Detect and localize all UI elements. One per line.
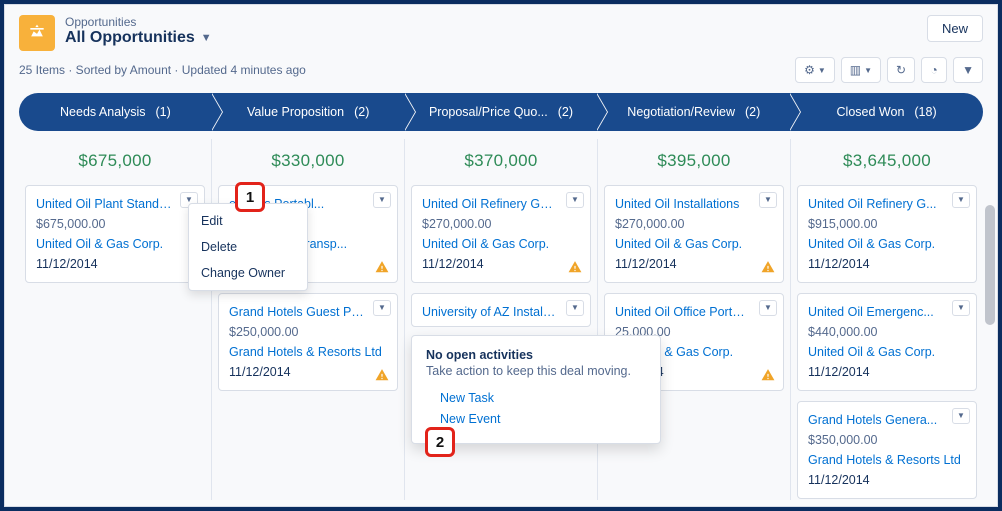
opportunity-card[interactable]: ▼ United Oil Refinery Gene... $270,000.0… xyxy=(411,185,591,283)
opportunity-card[interactable]: ▼ Grand Hotels Genera... $350,000.00 Gra… xyxy=(797,401,977,499)
display-as-button[interactable]: ▥ ▼ xyxy=(841,57,881,83)
opportunity-amount: $915,000.00 xyxy=(808,214,966,234)
account-name-link[interactable]: United Oil & Gas Corp. xyxy=(808,342,966,362)
card-actions-menu: Edit Delete Change Owner xyxy=(188,203,308,291)
refresh-button[interactable]: ↻ xyxy=(887,57,915,83)
card-menu-button[interactable]: ▼ xyxy=(759,300,777,316)
callout-2: 2 xyxy=(425,427,455,457)
popover-title: No open activities xyxy=(426,348,646,362)
opportunity-card[interactable]: ▼ United Oil Emergenc... $440,000.00 Uni… xyxy=(797,293,977,391)
stage-proposal-price-quote[interactable]: Proposal/Price Quo...(2) xyxy=(405,93,598,131)
chart-button[interactable]: ◔ xyxy=(921,57,947,83)
close-date: 11/12/2014 xyxy=(808,470,966,490)
new-event-link[interactable]: New Event xyxy=(440,409,646,430)
menu-item-change-owner[interactable]: Change Owner xyxy=(189,260,307,286)
list-settings-button[interactable]: ⚙ ▼ xyxy=(795,57,835,83)
pie-chart-icon: ◔ xyxy=(930,63,937,77)
opportunity-card[interactable]: ▼ United Oil Refinery G... $915,000.00 U… xyxy=(797,185,977,283)
account-name-link[interactable]: United Oil & Gas Corp. xyxy=(615,234,773,254)
account-name-link[interactable]: United Oil & Gas Corp. xyxy=(808,234,966,254)
list-view-name: All Opportunities xyxy=(65,29,195,47)
scrollbar-thumb[interactable] xyxy=(985,205,995,325)
stage-value-proposition[interactable]: Value Proposition(2) xyxy=(212,93,405,131)
card-menu-button[interactable]: ▼ xyxy=(952,408,970,424)
close-date: 11/12/2014 xyxy=(36,254,194,274)
card-menu-button[interactable]: ▼ xyxy=(759,192,777,208)
warning-icon[interactable] xyxy=(761,368,775,382)
opportunity-card[interactable]: ▼ United Oil Plant Standby... $675,000.0… xyxy=(25,185,205,283)
filter-icon: ▼ xyxy=(962,63,974,77)
opportunity-name-link[interactable]: United Oil Emergenc... xyxy=(808,302,944,322)
column-total: $330,000 xyxy=(218,139,398,185)
kanban-board: Opportunities All Opportunities ▼ New 25… xyxy=(4,4,998,507)
card-menu-button[interactable]: ▼ xyxy=(566,192,584,208)
opportunity-name-link[interactable]: United Oil Refinery Gene... xyxy=(422,194,558,214)
opportunity-name-link[interactable]: United Oil Refinery G... xyxy=(808,194,944,214)
opportunity-amount: $270,000.00 xyxy=(422,214,580,234)
menu-item-delete[interactable]: Delete xyxy=(189,234,307,260)
opportunity-card[interactable]: ▼ University of AZ Installati... xyxy=(411,293,591,327)
card-menu-button[interactable]: ▼ xyxy=(952,300,970,316)
table-icon: ▥ xyxy=(850,63,861,77)
opportunity-card[interactable]: ▼ United Oil Installations $270,000.00 U… xyxy=(604,185,784,283)
account-name-link[interactable]: United Oil & Gas Corp. xyxy=(36,234,194,254)
warning-icon[interactable] xyxy=(761,260,775,274)
opportunity-name-link[interactable]: Grand Hotels Guest Port... xyxy=(229,302,365,322)
column-negotiation-review: $395,000 ▼ United Oil Installations $270… xyxy=(598,139,791,500)
account-name-link[interactable]: Grand Hotels & Resorts Ltd xyxy=(229,342,387,362)
opportunity-name-link[interactable]: University of AZ Installati... xyxy=(422,302,558,322)
warning-icon[interactable] xyxy=(375,260,389,274)
opportunity-icon xyxy=(19,15,55,51)
opportunity-amount: $250,000.00 xyxy=(229,322,387,342)
card-menu-button[interactable]: ▼ xyxy=(952,192,970,208)
stage-path: Needs Analysis(1) Value Proposition(2) P… xyxy=(19,93,983,131)
warning-icon[interactable] xyxy=(375,368,389,382)
list-status-text: 25 Items · Sorted by Amount · Updated 4 … xyxy=(19,63,306,77)
opportunity-name-link[interactable]: Grand Hotels Genera... xyxy=(808,410,944,430)
chevron-down-icon: ▼ xyxy=(864,66,872,75)
card-menu-button[interactable]: ▼ xyxy=(373,300,391,316)
column-total: $3,645,000 xyxy=(797,139,977,185)
warning-icon[interactable] xyxy=(568,260,582,274)
gear-icon: ⚙ xyxy=(804,63,815,77)
stage-closed-won[interactable]: Closed Won(18) xyxy=(790,93,983,131)
stage-negotiation-review[interactable]: Negotiation/Review(2) xyxy=(597,93,790,131)
account-name-link[interactable]: Grand Hotels & Resorts Ltd xyxy=(808,450,966,470)
opportunity-name-link[interactable]: United Oil Installations xyxy=(615,194,751,214)
opportunity-amount: $440,000.00 xyxy=(808,322,966,342)
stage-needs-analysis[interactable]: Needs Analysis(1) xyxy=(19,93,212,131)
column-closed-won: $3,645,000 ▼ United Oil Refinery G... $9… xyxy=(791,139,983,500)
close-date: 11/12/2014 xyxy=(808,254,966,274)
column-total: $370,000 xyxy=(411,139,591,185)
new-button[interactable]: New xyxy=(927,15,983,42)
new-task-link[interactable]: New Task xyxy=(440,388,646,409)
column-total: $675,000 xyxy=(25,139,205,185)
opportunity-amount: $270,000.00 xyxy=(615,214,773,234)
list-view-switcher[interactable]: All Opportunities ▼ xyxy=(65,29,917,47)
column-total: $395,000 xyxy=(604,139,784,185)
opportunity-name-link[interactable]: United Oil Office Portabl... xyxy=(615,302,751,322)
close-date: 11/12/2014 xyxy=(615,254,773,274)
close-date: 11/12/2014 xyxy=(229,362,387,382)
callout-1: 1 xyxy=(235,182,265,212)
filter-button[interactable]: ▼ xyxy=(953,57,983,83)
close-date: 11/12/2014 xyxy=(422,254,580,274)
close-date: 11/12/2014 xyxy=(808,362,966,382)
refresh-icon: ↻ xyxy=(896,63,906,77)
column-needs-analysis: $675,000 ▼ United Oil Plant Standby... $… xyxy=(19,139,212,500)
object-label: Opportunities xyxy=(65,15,917,29)
card-menu-button[interactable]: ▼ xyxy=(566,300,584,316)
popover-subtitle: Take action to keep this deal moving. xyxy=(426,364,646,378)
card-menu-button[interactable]: ▼ xyxy=(373,192,391,208)
opportunity-amount: $675,000.00 xyxy=(36,214,194,234)
account-name-link[interactable]: United Oil & Gas Corp. xyxy=(422,234,580,254)
chevron-down-icon: ▼ xyxy=(818,66,826,75)
chevron-down-icon: ▼ xyxy=(201,32,212,44)
kanban-columns: $675,000 ▼ United Oil Plant Standby... $… xyxy=(5,131,997,500)
list-toolbar: ⚙ ▼ ▥ ▼ ↻ ◔ ▼ xyxy=(795,57,983,83)
opportunity-name-link[interactable]: United Oil Plant Standby... xyxy=(36,194,172,214)
opportunity-amount: $350,000.00 xyxy=(808,430,966,450)
opportunity-card[interactable]: ▼ Grand Hotels Guest Port... $250,000.00… xyxy=(218,293,398,391)
